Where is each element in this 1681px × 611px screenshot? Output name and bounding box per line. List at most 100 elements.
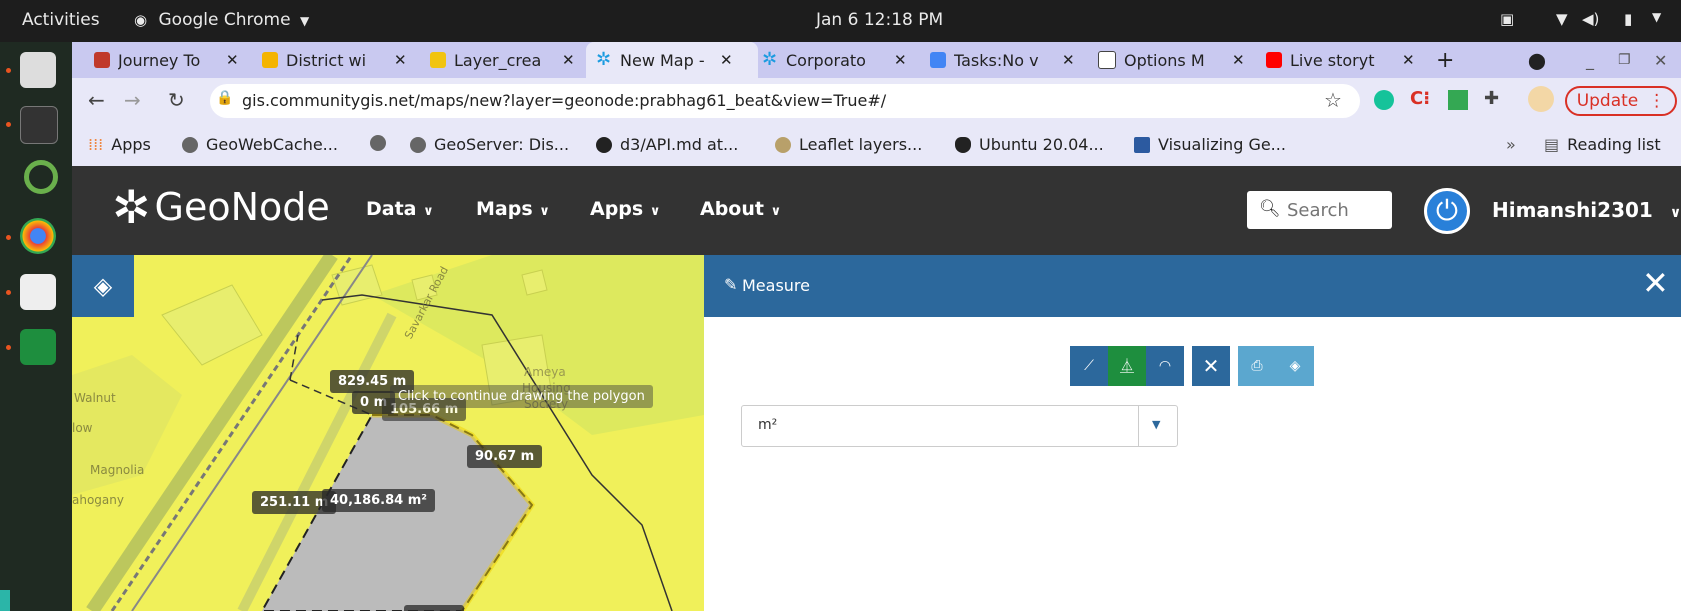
files-icon[interactable] (20, 52, 56, 88)
menu-about[interactable]: About ∨ (700, 198, 781, 220)
geonode-logo[interactable]: ✲ GeoNode (112, 184, 330, 230)
bookmark-ubuntu[interactable]: Ubuntu 20.04... (955, 135, 1104, 154)
window-close-icon[interactable]: ✕ (1654, 42, 1667, 78)
clear-measure-button[interactable]: ✕ (1192, 346, 1230, 386)
drawing-tooltip: Click to continue drawing the polygon (390, 385, 653, 408)
close-icon[interactable]: ✕ (1402, 51, 1415, 69)
tab-layer-create[interactable]: Layer_crea ✕ (430, 42, 588, 78)
search-box[interactable]: 🔍︎ (1247, 191, 1392, 229)
chrome-icon[interactable] (20, 218, 56, 254)
close-icon[interactable]: ✕ (562, 51, 575, 69)
puzzle-icon[interactable]: ✚ (1484, 88, 1499, 109)
bookmark-geowebcache[interactable]: GeoWebCache... (182, 135, 338, 154)
map-canvas[interactable]: Walnut low Magnolia ahogany Ameya Housin… (72, 255, 704, 611)
geonode-favicon: ✲ (762, 49, 778, 70)
user-avatar[interactable]: ⏻ (1424, 188, 1470, 234)
measure-length-button[interactable]: ⟋ (1070, 346, 1108, 386)
spreadsheet-icon[interactable] (20, 329, 56, 365)
menu-label: Maps (476, 198, 533, 220)
bookmark-apps[interactable]: ⁞⁞⁞ Apps (88, 135, 151, 154)
place-label: Magnolia (90, 463, 145, 477)
bookmark-label: Ubuntu 20.04... (979, 135, 1104, 154)
running-dot (6, 345, 11, 350)
tab-journey[interactable]: Journey To ✕ (94, 42, 252, 78)
update-button[interactable]: Update ⋮ (1565, 86, 1677, 116)
running-dot (6, 290, 11, 295)
activities-button[interactable]: Activities (22, 10, 100, 30)
user-menu[interactable]: Himanshi2301 ∨ (1492, 198, 1681, 222)
clock[interactable]: Jan 6 12:18 PM (816, 10, 943, 30)
new-tab-button[interactable]: + (1436, 42, 1454, 78)
avatar[interactable] (1528, 86, 1554, 112)
tab-strip: Journey To ✕ District wi ✕ Layer_crea ✕ … (72, 42, 1681, 78)
forward-icon[interactable]: → (124, 88, 141, 112)
tab-corporator[interactable]: ✲ Corporato ✕ (762, 42, 920, 78)
unit-value: m² (758, 417, 778, 433)
tab-label: Layer_crea (454, 50, 542, 70)
bookmark-visualizing[interactable]: Visualizing Ge... (1134, 135, 1286, 154)
tab-tasks[interactable]: Tasks:No v ✕ (930, 42, 1088, 78)
profile-dot-icon[interactable]: ⬤ (1528, 42, 1546, 78)
unit-select[interactable]: m² ▼ (741, 405, 1178, 447)
bookmarks-overflow-button[interactable]: » (1506, 135, 1516, 154)
panel-title: Measure (742, 276, 810, 295)
reload-icon[interactable]: ↻ (168, 88, 185, 112)
close-icon[interactable]: ✕ (1642, 265, 1669, 301)
wifi-icon: ▼ (1556, 10, 1568, 28)
username: Himanshi2301 (1492, 198, 1653, 222)
address-bar[interactable]: 🔒 gis.communitygis.net/maps/new?layer=ge… (210, 84, 1360, 118)
layers-toggle-button[interactable]: ◈ (72, 255, 134, 317)
reader-icon[interactable] (20, 274, 56, 310)
export-measure-button[interactable]: ⎙ (1238, 346, 1276, 386)
close-icon[interactable]: ✕ (1062, 51, 1075, 69)
bookmark-leaflet[interactable]: Leaflet layers... (775, 135, 922, 154)
tab-label: Tasks:No v (954, 50, 1039, 70)
camera-icon: ▣ (1500, 10, 1515, 28)
menu-data[interactable]: Data ∨ (366, 198, 434, 220)
tab-label: Corporato (786, 50, 866, 70)
menu-apps[interactable]: Apps ∨ (590, 198, 660, 220)
tab-options[interactable]: Options M ✕ (1098, 42, 1256, 78)
url-text: gis.communitygis.net/maps/new?layer=geon… (242, 91, 887, 110)
close-icon[interactable]: ✕ (394, 51, 407, 69)
select-divider (1138, 406, 1139, 446)
close-icon[interactable]: ✕ (894, 51, 907, 69)
tab-new-map[interactable]: ✲ New Map - ✕ (586, 42, 758, 78)
bookmark-blank[interactable] (370, 135, 394, 151)
close-icon[interactable]: ✕ (226, 51, 239, 69)
measure-area-button[interactable]: ⏅ (1108, 346, 1146, 386)
lock-icon: 🔒 (216, 90, 234, 106)
tab-live-story[interactable]: Live storyt ✕ (1266, 42, 1426, 78)
bookmark-d3[interactable]: d3/API.md at... (596, 135, 738, 154)
search-input[interactable] (1285, 196, 1389, 224)
measure-bearing-button[interactable]: ◠ (1146, 346, 1184, 386)
add-as-layer-button[interactable]: ◈ (1276, 346, 1314, 386)
app-menu[interactable]: ◉ Google Chrome ▼ (134, 10, 309, 30)
line-measure-icon: ⟋ (1084, 358, 1094, 374)
menu-label: About (700, 198, 764, 220)
reading-list-label: Reading list (1567, 135, 1661, 154)
back-icon[interactable]: ← (88, 88, 105, 112)
bookmark-geoserver[interactable]: GeoServer: Dis... (410, 135, 569, 154)
restore-icon[interactable]: ❐ (1618, 42, 1631, 78)
bookmark-star-icon[interactable]: ☆ (1324, 88, 1342, 112)
place-label: Ameya (524, 365, 566, 379)
minimize-icon[interactable]: _ (1586, 42, 1594, 78)
building (521, 269, 548, 296)
close-icon[interactable]: ✕ (720, 51, 733, 69)
app-name: Google Chrome (158, 10, 291, 30)
bookmark-label: GeoServer: Dis... (434, 135, 570, 154)
tab-district[interactable]: District wi ✕ (262, 42, 420, 78)
system-menu-icon[interactable]: ▼ (1652, 10, 1661, 24)
extension-c-icon[interactable]: C⁝ (1410, 88, 1430, 109)
grammarly-icon[interactable] (1374, 90, 1394, 110)
qgis-icon[interactable] (24, 160, 58, 194)
terminal-icon[interactable] (20, 106, 58, 144)
menu-maps[interactable]: Maps ∨ (476, 198, 550, 220)
bookmark-label: Visualizing Ge... (1158, 135, 1286, 154)
reading-list-button[interactable]: ▤ Reading list (1544, 135, 1661, 154)
leaflet-icon (775, 136, 791, 153)
close-icon[interactable]: ✕ (1232, 51, 1245, 69)
running-dot (6, 68, 11, 73)
extension-icon[interactable] (1448, 90, 1468, 110)
